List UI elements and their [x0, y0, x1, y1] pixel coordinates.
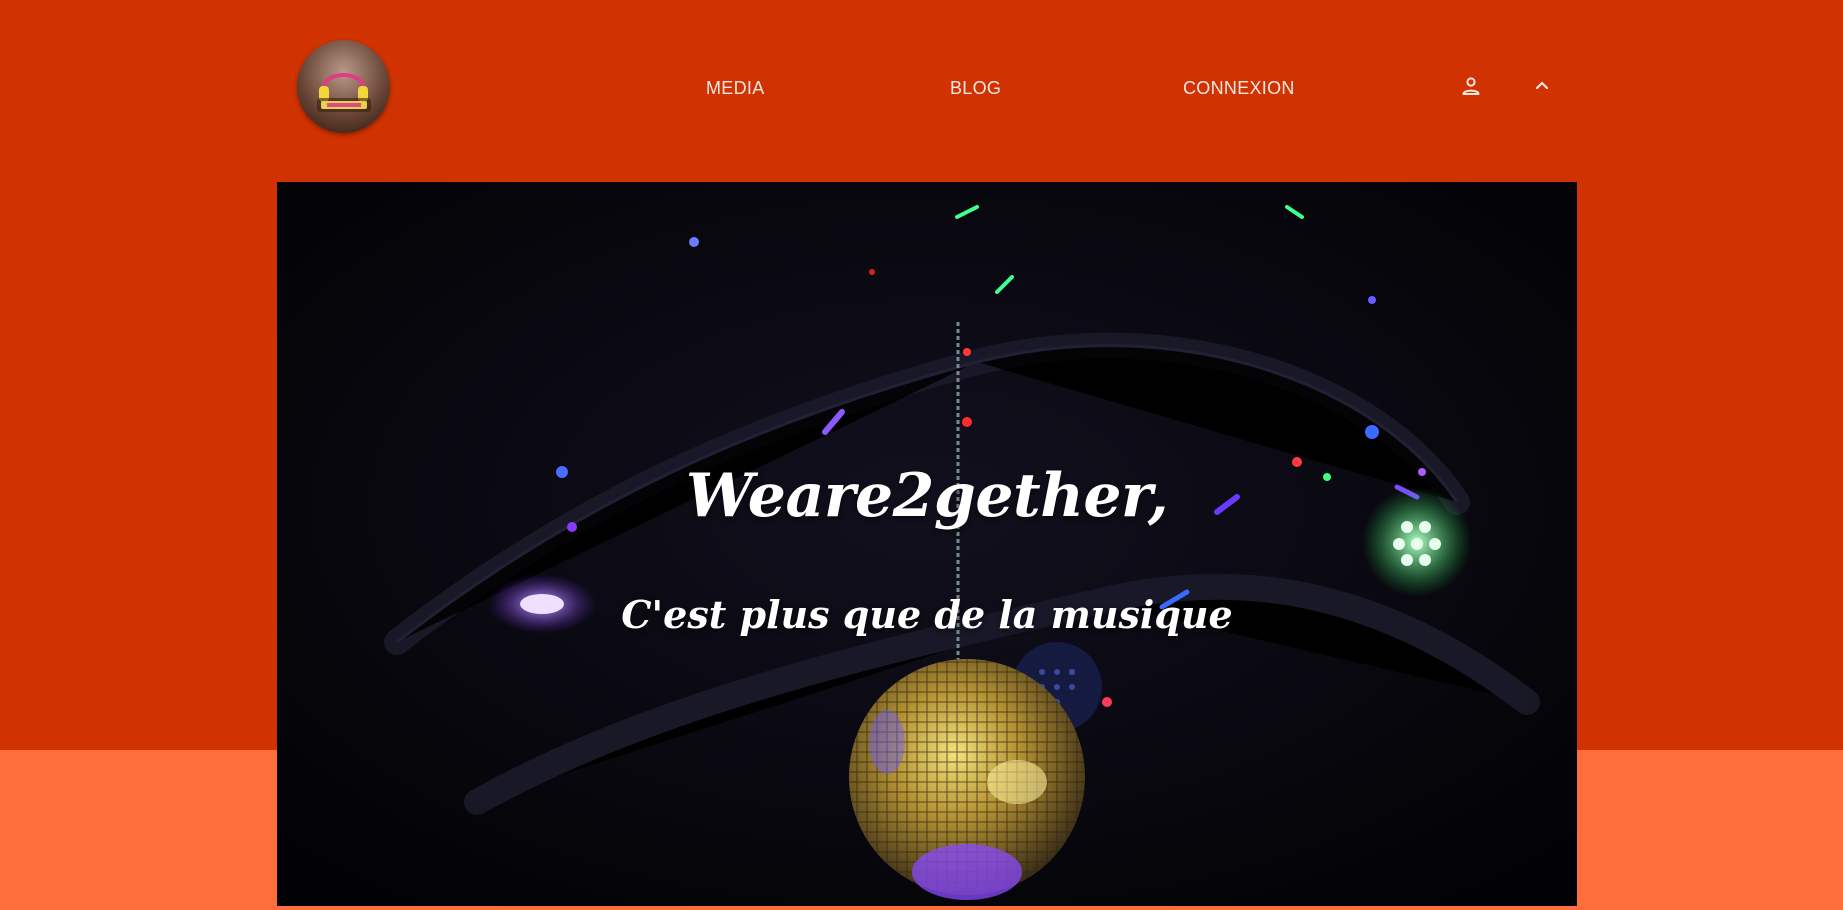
hero-title: Weare2gether,: [685, 461, 1169, 531]
site-header: MEDIA BLOG CONNEXION: [0, 0, 1843, 180]
hero-banner: Weare2gether, C'est plus que de la musiq…: [277, 182, 1577, 906]
user-account-button[interactable]: [1455, 70, 1487, 102]
chevron-up-icon: [1535, 81, 1549, 90]
nav-media[interactable]: MEDIA: [706, 78, 765, 99]
nav-blog[interactable]: BLOG: [950, 78, 1001, 99]
site-logo[interactable]: [297, 40, 390, 133]
hero-subtitle: C'est plus que de la musique: [621, 592, 1233, 637]
collapse-button[interactable]: [1526, 70, 1558, 102]
nav-connexion[interactable]: CONNEXION: [1183, 78, 1295, 99]
hero-background-image: [277, 182, 1577, 906]
user-icon: [1462, 77, 1480, 95]
headphones-logo-icon: [317, 73, 371, 112]
